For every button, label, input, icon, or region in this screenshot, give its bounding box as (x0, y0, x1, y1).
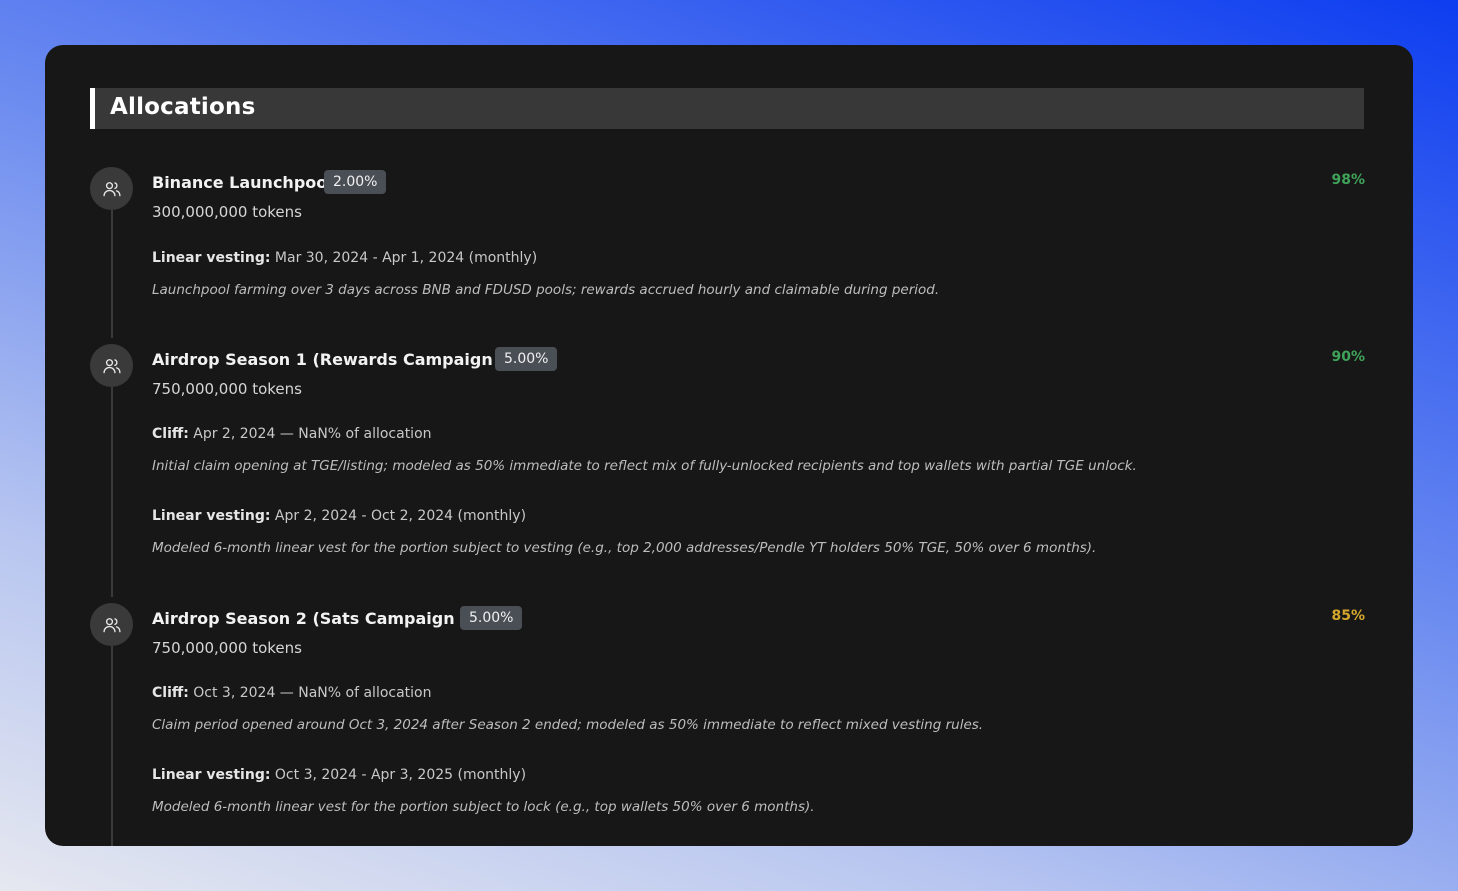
allocations-card: Allocations Binance Launchpool 2.00% 300… (45, 45, 1413, 846)
schedule-note: Modeled 6-month linear vest for the port… (152, 799, 815, 815)
allocation-name: Binance Launchpool (152, 173, 333, 192)
allocation-tokens: 750,000,000 tokens (152, 380, 302, 398)
schedule-value: Apr 2, 2024 — NaN% of allocation (193, 426, 432, 442)
users-icon (102, 356, 122, 376)
allocation-tokens: 300,000,000 tokens (152, 203, 302, 221)
allocation-percent: 98% (1331, 172, 1365, 188)
schedule-label: Linear vesting: (152, 508, 271, 524)
allocation-percent: 85% (1331, 608, 1365, 624)
schedule-value: Oct 3, 2024 — NaN% of allocation (193, 685, 432, 701)
allocation-avatar (90, 603, 133, 646)
schedule-line: Linear vesting: Mar 30, 2024 - Apr 1, 20… (152, 250, 537, 266)
users-icon (102, 615, 122, 635)
schedule-note: Initial claim opening at TGE/listing; mo… (152, 458, 1137, 474)
users-icon (102, 179, 122, 199)
schedule-line: Linear vesting: Apr 2, 2024 - Oct 2, 202… (152, 508, 526, 524)
schedule-line: Linear vesting: Oct 3, 2024 - Apr 3, 202… (152, 767, 526, 783)
allocation-share-badge: 2.00% (324, 170, 387, 194)
schedule-label: Cliff: (152, 685, 189, 701)
timeline-connector (111, 210, 113, 338)
schedule-label: Cliff: (152, 426, 189, 442)
schedule-line: Cliff: Oct 3, 2024 — NaN% of allocation (152, 685, 432, 701)
allocation-share-badge: 5.00% (495, 347, 558, 371)
schedule-value: Mar 30, 2024 - Apr 1, 2024 (monthly) (274, 250, 538, 266)
schedule-value: Oct 3, 2024 - Apr 3, 2025 (monthly) (274, 767, 527, 783)
allocation-tokens: 750,000,000 tokens (152, 639, 302, 657)
schedule-note: Modeled 6-month linear vest for the port… (152, 540, 1097, 556)
section-header: Allocations (90, 88, 1364, 129)
schedule-line: Cliff: Apr 2, 2024 — NaN% of allocation (152, 426, 432, 442)
allocation-avatar (90, 344, 133, 387)
timeline-connector (111, 646, 113, 846)
allocation-percent: 90% (1331, 349, 1365, 365)
schedule-value: Apr 2, 2024 - Oct 2, 2024 (monthly) (274, 508, 527, 524)
allocation-avatar (90, 167, 133, 210)
allocation-name: Airdrop Season 2 (Sats Campaign S2) (152, 609, 491, 628)
allocation-name: Airdrop Season 1 (Rewards Campaign S1) (152, 350, 529, 369)
section-title: Allocations (110, 94, 256, 120)
schedule-note: Claim period opened around Oct 3, 2024 a… (152, 717, 984, 733)
schedule-label: Linear vesting: (152, 250, 271, 266)
timeline-connector (111, 387, 113, 597)
allocation-share-badge: 5.00% (460, 606, 523, 630)
schedule-note: Launchpool farming over 3 days across BN… (152, 282, 940, 298)
schedule-label: Linear vesting: (152, 767, 271, 783)
